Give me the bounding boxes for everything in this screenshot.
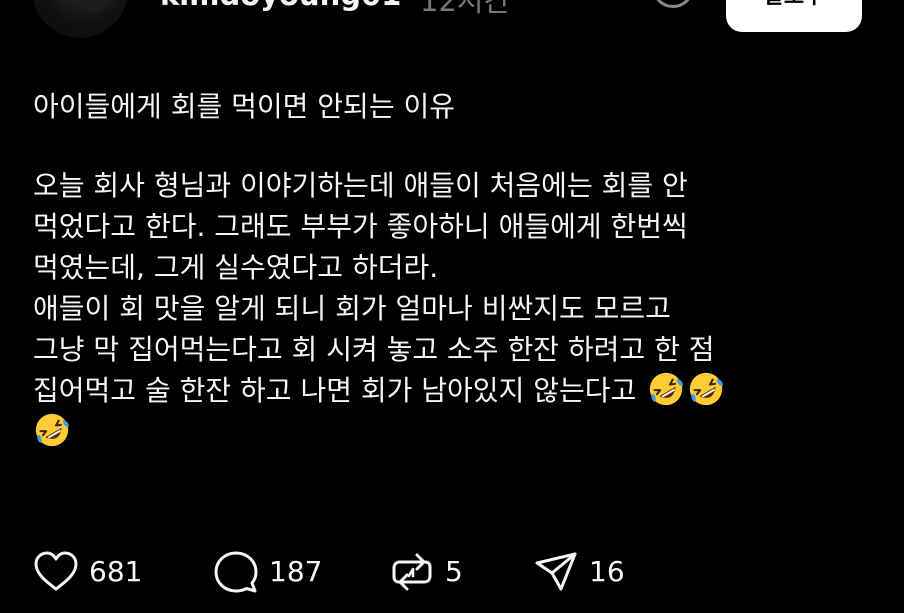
comment-button[interactable]: 187: [213, 549, 322, 595]
repost-icon: [392, 553, 432, 591]
post-body-line: 먹었다고 한다. 그래도 부부가 좋아하니 애들에게 한번씩: [33, 210, 688, 243]
post-body-line: 오늘 회사 형님과 이야기하는데 애들이 처음에는 회를 안: [33, 169, 688, 202]
post-body-last-line: 집어먹고 술 한잔 하고 나면 회가 남아있지 않는다고: [33, 370, 883, 411]
post-body-line: 그냥 막 집어먹는다고 회 시켜 놓고 소주 한잔 하려고 한 점: [33, 333, 715, 366]
author-username[interactable]: kimdoyoung01: [160, 0, 401, 12]
rolling-laughing-emoji-icon: [690, 372, 724, 406]
post-timestamp: 12시간: [420, 0, 511, 18]
post-body: 오늘 회사 형님과 이야기하는데 애들이 처음에는 회를 안 먹었다고 한다. …: [33, 165, 883, 452]
post-body-emoji-line: [33, 411, 883, 452]
avatar-photo-shade: [76, 0, 112, 12]
heart-icon: [34, 551, 78, 591]
repost-count: 5: [445, 555, 463, 588]
comment-count: 187: [269, 555, 323, 588]
like-button[interactable]: 681: [33, 549, 142, 595]
follow-button[interactable]: 팔로우: [726, 0, 862, 32]
like-count: 681: [89, 555, 143, 588]
more-options-icon[interactable]: [652, 0, 694, 8]
post-body-line: 애들이 회 맛을 알게 되니 회가 얼마나 비싼지도 모르고: [33, 292, 671, 325]
post-body-line-text: 집어먹고 술 한잔 하고 나면 회가 남아있지 않는다고: [33, 374, 637, 407]
speech-bubble-icon: [214, 551, 258, 593]
avatar[interactable]: [32, 0, 128, 38]
post-title: 아이들에게 회를 먹이면 안되는 이유: [33, 90, 456, 123]
repost-button[interactable]: 5: [389, 549, 463, 595]
post-body-line: 먹였는데, 그게 실수였다고 하더라.: [33, 251, 439, 284]
send-icon: [535, 552, 577, 591]
rolling-laughing-emoji-icon: [650, 372, 684, 406]
rolling-laughing-emoji-icon: [35, 413, 69, 447]
share-button[interactable]: 16: [533, 549, 625, 595]
share-count: 16: [589, 555, 625, 588]
